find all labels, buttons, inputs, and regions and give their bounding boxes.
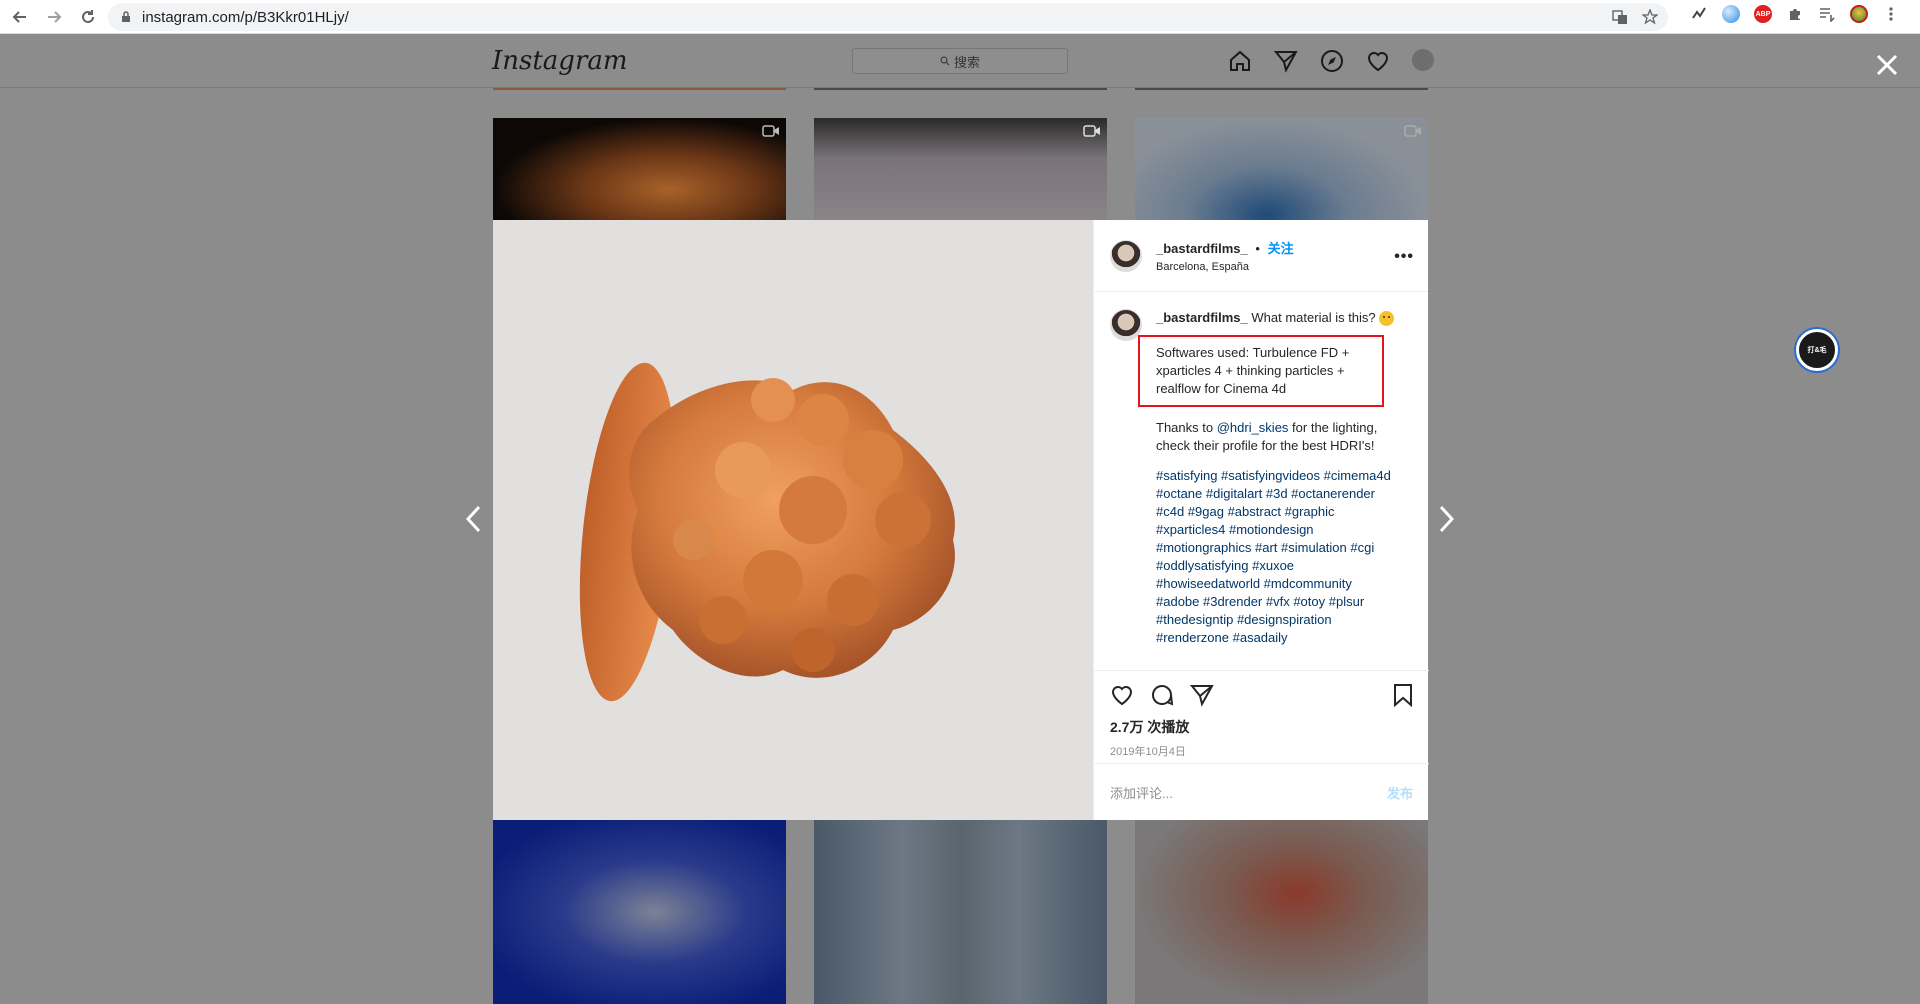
video-camera-icon	[1404, 125, 1421, 137]
caption-question: What material is this?	[1251, 310, 1376, 325]
post-info-panel: _bastardfilms_ • 关注 Barcelona, España ••…	[1093, 220, 1429, 820]
orange-fluid-render	[579, 362, 955, 702]
translate-icon[interactable]	[1612, 9, 1628, 25]
search-icon	[940, 56, 950, 66]
grid-tile[interactable]	[1135, 88, 1428, 90]
post-location[interactable]: Barcelona, España	[1156, 261, 1294, 273]
grid-tile[interactable]	[1135, 820, 1428, 1004]
star-icon[interactable]	[1642, 9, 1658, 25]
home-icon[interactable]	[1228, 49, 1252, 73]
activity-heart-icon[interactable]	[1366, 49, 1390, 73]
mention-link[interactable]: @hdri_skies	[1217, 420, 1289, 435]
reload-icon	[82, 9, 94, 23]
caption-username[interactable]: _bastardfilms_	[1156, 310, 1248, 325]
softwares-highlight-box: Softwares used: Turbulence FD + xparticl…	[1138, 335, 1384, 407]
search-placeholder: 搜索	[953, 54, 980, 70]
instagram-header: Instagram 搜索	[0, 35, 1920, 88]
post-actions: 2.7万 次播放 2019年10月4日	[1094, 670, 1429, 762]
separator-dot: •	[1255, 241, 1260, 256]
view-count[interactable]: 2.7万 次播放	[1110, 717, 1413, 737]
address-bar[interactable]: instagram.com/p/B3Kkr01HLjy/	[108, 3, 1668, 31]
author-username[interactable]: _bastardfilms_	[1156, 241, 1248, 256]
previous-post-arrow-icon[interactable]	[464, 504, 482, 534]
author-avatar[interactable]	[1110, 239, 1142, 272]
comment-input[interactable]: 添加评论...	[1110, 783, 1173, 802]
reading-list-icon[interactable]	[1818, 5, 1836, 23]
hashtags[interactable]: #satisfying #satisfyingvideos #cimema4d …	[1156, 467, 1396, 647]
search-input[interactable]: 搜索	[852, 48, 1068, 74]
explore-compass-icon[interactable]	[1320, 49, 1344, 73]
video-camera-icon	[762, 125, 779, 137]
thinking-emoji-icon	[1379, 311, 1395, 327]
direct-send-icon[interactable]	[1274, 49, 1298, 73]
post-header: _bastardfilms_ • 关注 Barcelona, España ••…	[1094, 220, 1428, 292]
kebab-menu-icon[interactable]	[1882, 5, 1900, 23]
reload-button[interactable]	[74, 3, 102, 31]
adblock-extension-icon[interactable]: ABP	[1754, 5, 1772, 23]
post-modal: _bastardfilms_ • 关注 Barcelona, España ••…	[493, 220, 1429, 820]
post-video[interactable]	[493, 220, 1093, 820]
close-icon[interactable]	[1874, 52, 1900, 78]
instagram-logo[interactable]: Instagram	[492, 46, 628, 76]
grid-tile[interactable]	[493, 118, 786, 220]
lock-icon	[122, 11, 130, 22]
puzzle-extension-icon[interactable]	[1786, 5, 1804, 23]
bookmark-icon[interactable]	[1391, 683, 1415, 707]
add-comment-bar: 添加评论... 发布	[1094, 763, 1429, 820]
follow-button[interactable]: 关注	[1268, 241, 1294, 256]
url-text: instagram.com/p/B3Kkr01HLjy/	[142, 8, 349, 26]
more-options-icon[interactable]: •••	[1394, 248, 1414, 266]
extension-icon-1[interactable]	[1690, 5, 1708, 23]
profile-avatar[interactable]	[1412, 49, 1434, 71]
share-send-icon[interactable]	[1190, 683, 1214, 707]
grid-tile[interactable]	[1135, 118, 1428, 220]
grid-tile[interactable]	[814, 88, 1107, 90]
like-heart-icon[interactable]	[1110, 683, 1134, 707]
thanks-paragraph: Thanks to @hdri_skies for the lighting, …	[1156, 419, 1396, 455]
grid-tile[interactable]	[493, 820, 786, 1004]
thanks-prefix: Thanks to	[1156, 420, 1217, 435]
badge-label: 打&毛	[1807, 347, 1827, 354]
profile-avatar-icon[interactable]	[1850, 5, 1868, 23]
grid-tile[interactable]	[814, 820, 1107, 1004]
post-comment-button[interactable]: 发布	[1387, 783, 1413, 802]
video-camera-icon	[1083, 125, 1100, 137]
back-button[interactable]	[6, 3, 34, 31]
browser-toolbar: instagram.com/p/B3Kkr01HLjy/ ABP	[0, 0, 1920, 34]
next-post-arrow-icon[interactable]	[1438, 504, 1456, 534]
post-date[interactable]: 2019年10月4日	[1110, 743, 1413, 759]
globe-extension-icon[interactable]	[1722, 5, 1740, 23]
arrow-left-icon	[12, 10, 26, 23]
comment-bubble-icon[interactable]	[1150, 683, 1174, 707]
arrow-right-icon	[48, 10, 62, 23]
comments-area[interactable]: _bastardfilms_ What material is this? So…	[1094, 293, 1429, 669]
grid-tile[interactable]	[814, 118, 1107, 220]
caption: _bastardfilms_ What material is this? So…	[1110, 309, 1413, 647]
forward-button[interactable]	[40, 3, 68, 31]
softwares-text: Softwares used: Turbulence FD + xparticl…	[1156, 345, 1350, 396]
grid-tile[interactable]	[493, 88, 786, 90]
floating-extension-badge[interactable]: 打&毛	[1796, 329, 1838, 371]
